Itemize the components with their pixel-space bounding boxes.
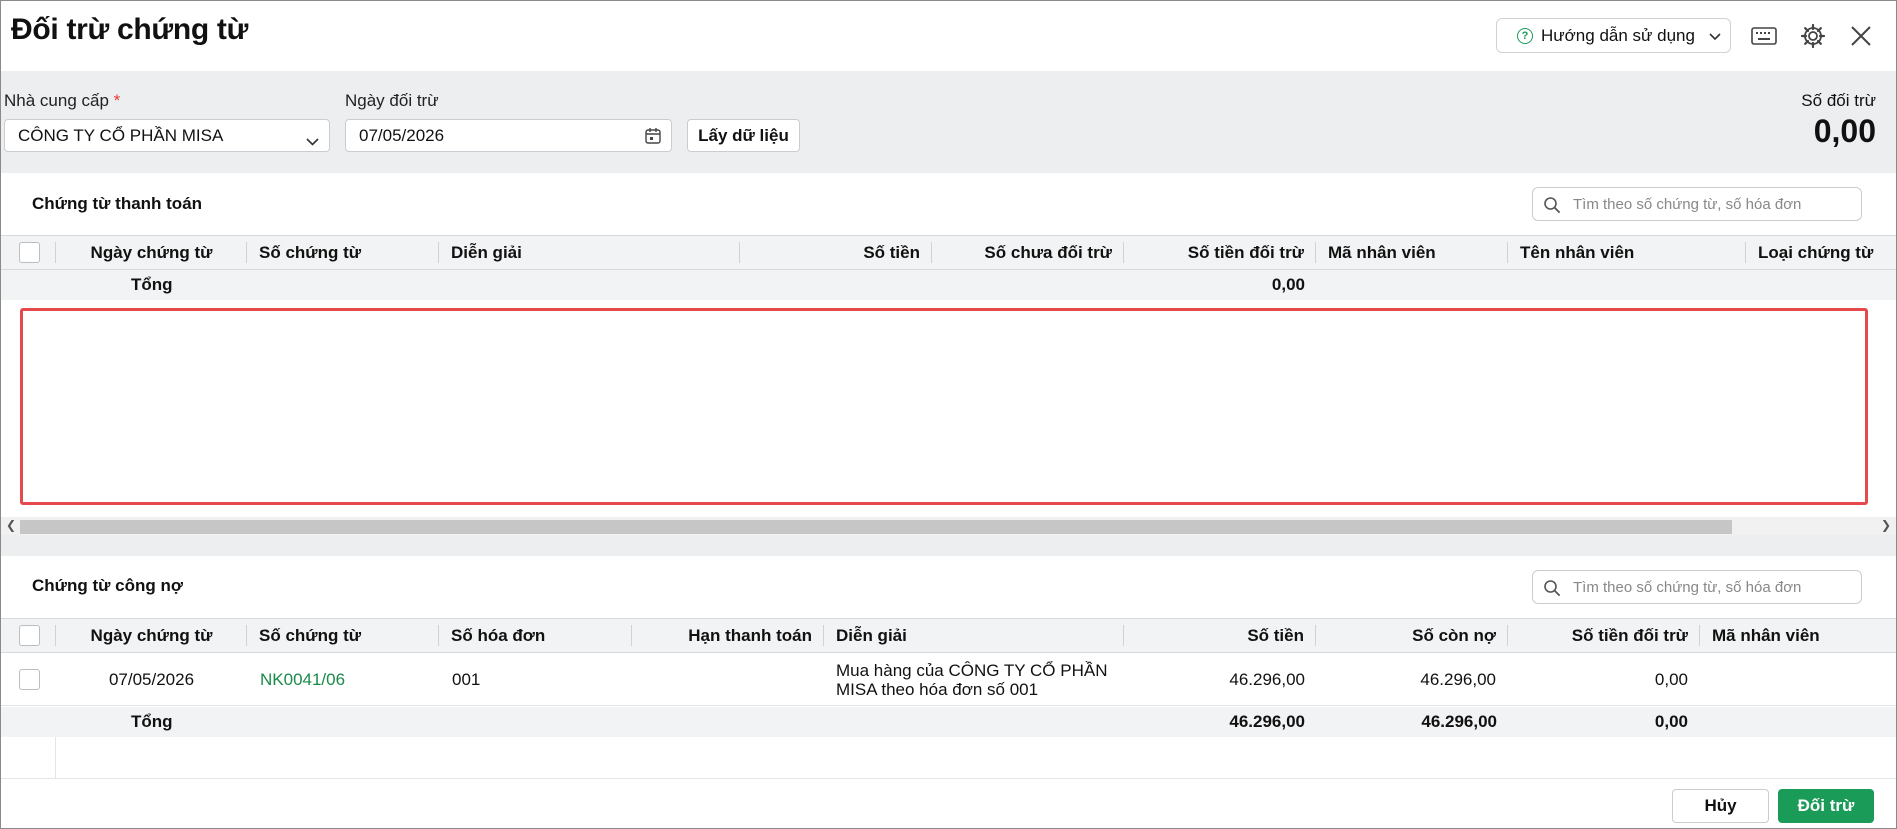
keyboard-icon[interactable]: [1749, 21, 1779, 51]
payment-empty-grid-highlight: [20, 308, 1868, 505]
payment-section-title: Chứng từ thanh toán: [32, 194, 203, 213]
debt-total-remaining: 46.296,00: [1421, 712, 1497, 731]
chevron-right-icon[interactable]: ❯: [1881, 518, 1891, 532]
offset-documents-dialog: Đối trừ chứng từ ? Hướng dẫn sử dụng Nhà…: [0, 0, 1897, 829]
payment-search-placeholder: Tìm theo số chứng từ, số hóa đơn: [1573, 195, 1802, 213]
col-remaining[interactable]: Số còn nợ: [1316, 619, 1508, 652]
dialog-title: Đối trừ chứng từ: [11, 13, 249, 46]
date-value: 07/05/2026: [359, 125, 445, 145]
offset-total-label: Số đối trừ: [1801, 91, 1876, 110]
row-description: Mua hàng của CÔNG TY CỔ PHẦN MISA theo h…: [836, 661, 1108, 699]
fetch-data-button[interactable]: Lấy dữ liệu: [687, 119, 800, 152]
col-employee-code[interactable]: Mã nhân viên: [1700, 619, 1896, 652]
supplier-select[interactable]: CÔNG TY CỔ PHẦN MISA: [4, 119, 330, 152]
debt-total-amount: 46.296,00: [1229, 712, 1305, 731]
col-voucher-date[interactable]: Ngày chứng từ: [56, 619, 247, 652]
payment-total-label: Tổng: [131, 275, 173, 294]
payment-total-offset: 0,00: [1271, 275, 1305, 294]
debt-search-placeholder: Tìm theo số chứng từ, số hóa đơn: [1573, 578, 1802, 596]
col-description[interactable]: Diễn giải: [439, 236, 740, 269]
payment-total-row: Tổng 0,00: [1, 270, 1896, 300]
search-icon: [1543, 196, 1561, 218]
col-description[interactable]: Diễn giải: [824, 619, 1124, 652]
offset-total-value: 0,00: [1813, 113, 1876, 149]
col-voucher-no[interactable]: Số chứng từ: [247, 236, 439, 269]
scrollbar-thumb[interactable]: [20, 520, 1732, 534]
calendar-icon[interactable]: [645, 127, 661, 149]
supplier-label: Nhà cung cấp *: [4, 91, 121, 110]
col-employee-name[interactable]: Tên nhân viên: [1508, 236, 1746, 269]
cancel-button[interactable]: Hủy: [1672, 789, 1769, 823]
row-amount: 46.296,00: [1229, 669, 1305, 689]
col-amount[interactable]: Số tiền: [740, 236, 932, 269]
col-voucher-type[interactable]: Loại chứng từ: [1746, 236, 1896, 269]
row-offset[interactable]: 0,00: [1508, 653, 1688, 706]
debt-table-header: Ngày chứng từ Số chứng từ Số hóa đơn Hạn…: [1, 618, 1896, 653]
question-icon: ?: [1517, 27, 1533, 44]
row-invoice-no: 001: [452, 669, 481, 689]
debt-total-label: Tổng: [131, 712, 173, 731]
row-remaining: 46.296,00: [1420, 669, 1496, 689]
debt-section-title: Chứng từ công nợ: [32, 576, 183, 595]
chevron-down-icon: [1709, 26, 1721, 46]
payment-search-input[interactable]: Tìm theo số chứng từ, số hóa đơn: [1532, 187, 1862, 221]
col-voucher-date[interactable]: Ngày chứng từ: [56, 236, 247, 269]
debt-search-input[interactable]: Tìm theo số chứng từ, số hóa đơn: [1532, 570, 1862, 604]
chevron-down-icon: [306, 131, 319, 151]
row-checkbox[interactable]: [19, 669, 40, 690]
col-amount[interactable]: Số tiền: [1124, 619, 1316, 652]
payment-table-header: Ngày chứng từ Số chứng từ Diễn giải Số t…: [1, 235, 1896, 270]
col-offset-amount[interactable]: Số tiền đối trừ: [1508, 619, 1700, 652]
col-voucher-no[interactable]: Số chứng từ: [247, 619, 439, 652]
table-row[interactable]: 07/05/2026 NK0041/06 001 Mua hàng của CÔ…: [1, 653, 1896, 706]
help-label: Hướng dẫn sử dụng: [1541, 25, 1695, 45]
col-due-date[interactable]: Hạn thanh toán: [632, 619, 824, 652]
payment-select-all-checkbox[interactable]: [19, 242, 40, 263]
payment-horizontal-scrollbar[interactable]: ❮ ❯: [1, 517, 1896, 535]
offset-confirm-button[interactable]: Đối trừ: [1778, 789, 1874, 823]
search-icon: [1543, 579, 1561, 601]
gear-icon[interactable]: [1798, 21, 1828, 51]
row-date: 07/05/2026: [108, 669, 195, 689]
dialog-footer: Hủy Đối trừ: [1, 778, 1896, 828]
debt-total-offset: 0,00: [1654, 712, 1688, 731]
row-voucher-link[interactable]: NK0041/06: [260, 653, 345, 706]
supplier-value: CÔNG TY CỔ PHẦN MISA: [18, 125, 224, 145]
chevron-left-icon[interactable]: ❮: [6, 518, 16, 532]
dialog-header: Đối trừ chứng từ ? Hướng dẫn sử dụng: [1, 1, 1896, 71]
help-dropdown-button[interactable]: ? Hướng dẫn sử dụng: [1496, 18, 1731, 53]
col-unoffset-amount[interactable]: Số chưa đối trừ: [932, 236, 1124, 269]
debt-total-row: Tổng 46.296,00 46.296,00 0,00: [1, 707, 1896, 737]
col-invoice-no[interactable]: Số hóa đơn: [439, 619, 632, 652]
date-input[interactable]: 07/05/2026: [345, 119, 672, 152]
date-label: Ngày đối trừ: [345, 91, 439, 110]
debt-select-all-checkbox[interactable]: [19, 625, 40, 646]
col-employee-code[interactable]: Mã nhân viên: [1316, 236, 1508, 269]
col-offset-amount[interactable]: Số tiền đối trừ: [1124, 236, 1316, 269]
close-icon[interactable]: [1846, 21, 1876, 51]
